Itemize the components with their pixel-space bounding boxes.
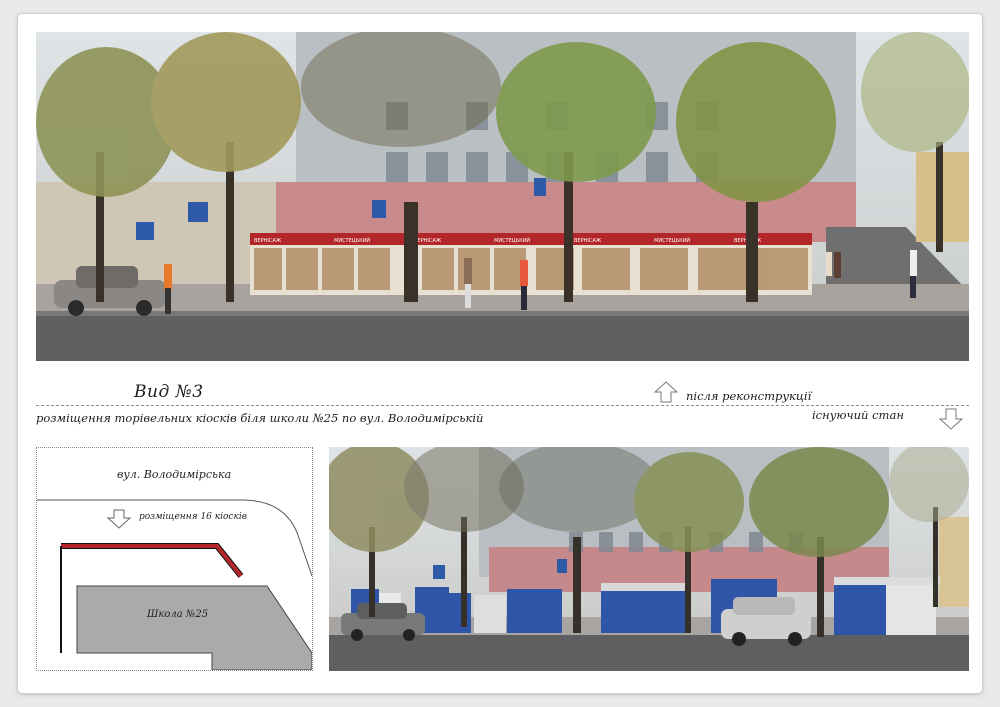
kiosk-sign-text: ВЕРНІСАЖ — [254, 238, 282, 244]
kiosk-line — [61, 544, 243, 578]
photo-after-reconstruction: ВЕРНІСАЖ МИСТЕЦЬКИЙ ВЕРНІСАЖ МИСТЕЦЬКИЙ ВЕРН… — [36, 32, 969, 361]
plan-school-label: Школа №25 — [147, 609, 209, 620]
kiosk-sign-text: МИСТЕЦЬКИЙ — [334, 237, 370, 244]
school-building — [76, 585, 312, 670]
kiosk-sign-text: ВЕРНІСАЖ — [574, 238, 602, 244]
up-arrow-icon — [654, 381, 678, 403]
section-divider — [36, 405, 969, 406]
kiosk-sign-text: МИСТЕЦЬКИЙ — [654, 237, 690, 244]
plan-street-label: вул. Володимірська — [117, 468, 232, 481]
existing-state-label: існуючий стан — [812, 408, 904, 422]
after-reconstruction-label: після реконструкції — [686, 389, 812, 403]
down-arrow-icon — [939, 408, 963, 430]
view-title: Вид №3 — [134, 382, 204, 402]
site-plan: вул. Володимірська розміщення 16 кіосків… — [36, 447, 313, 671]
kiosk-sign-text: МИСТЕЦЬКИЙ — [494, 237, 530, 244]
kiosk-sign-text: ВЕРНІСАЖ — [414, 238, 442, 244]
plan-placement-label: розміщення 16 кіосків — [139, 512, 247, 522]
photo-existing-state — [329, 447, 969, 671]
view-subtitle: розміщення торівельних кіосків біля школ… — [36, 411, 484, 425]
placement-arrow-icon — [106, 509, 132, 529]
